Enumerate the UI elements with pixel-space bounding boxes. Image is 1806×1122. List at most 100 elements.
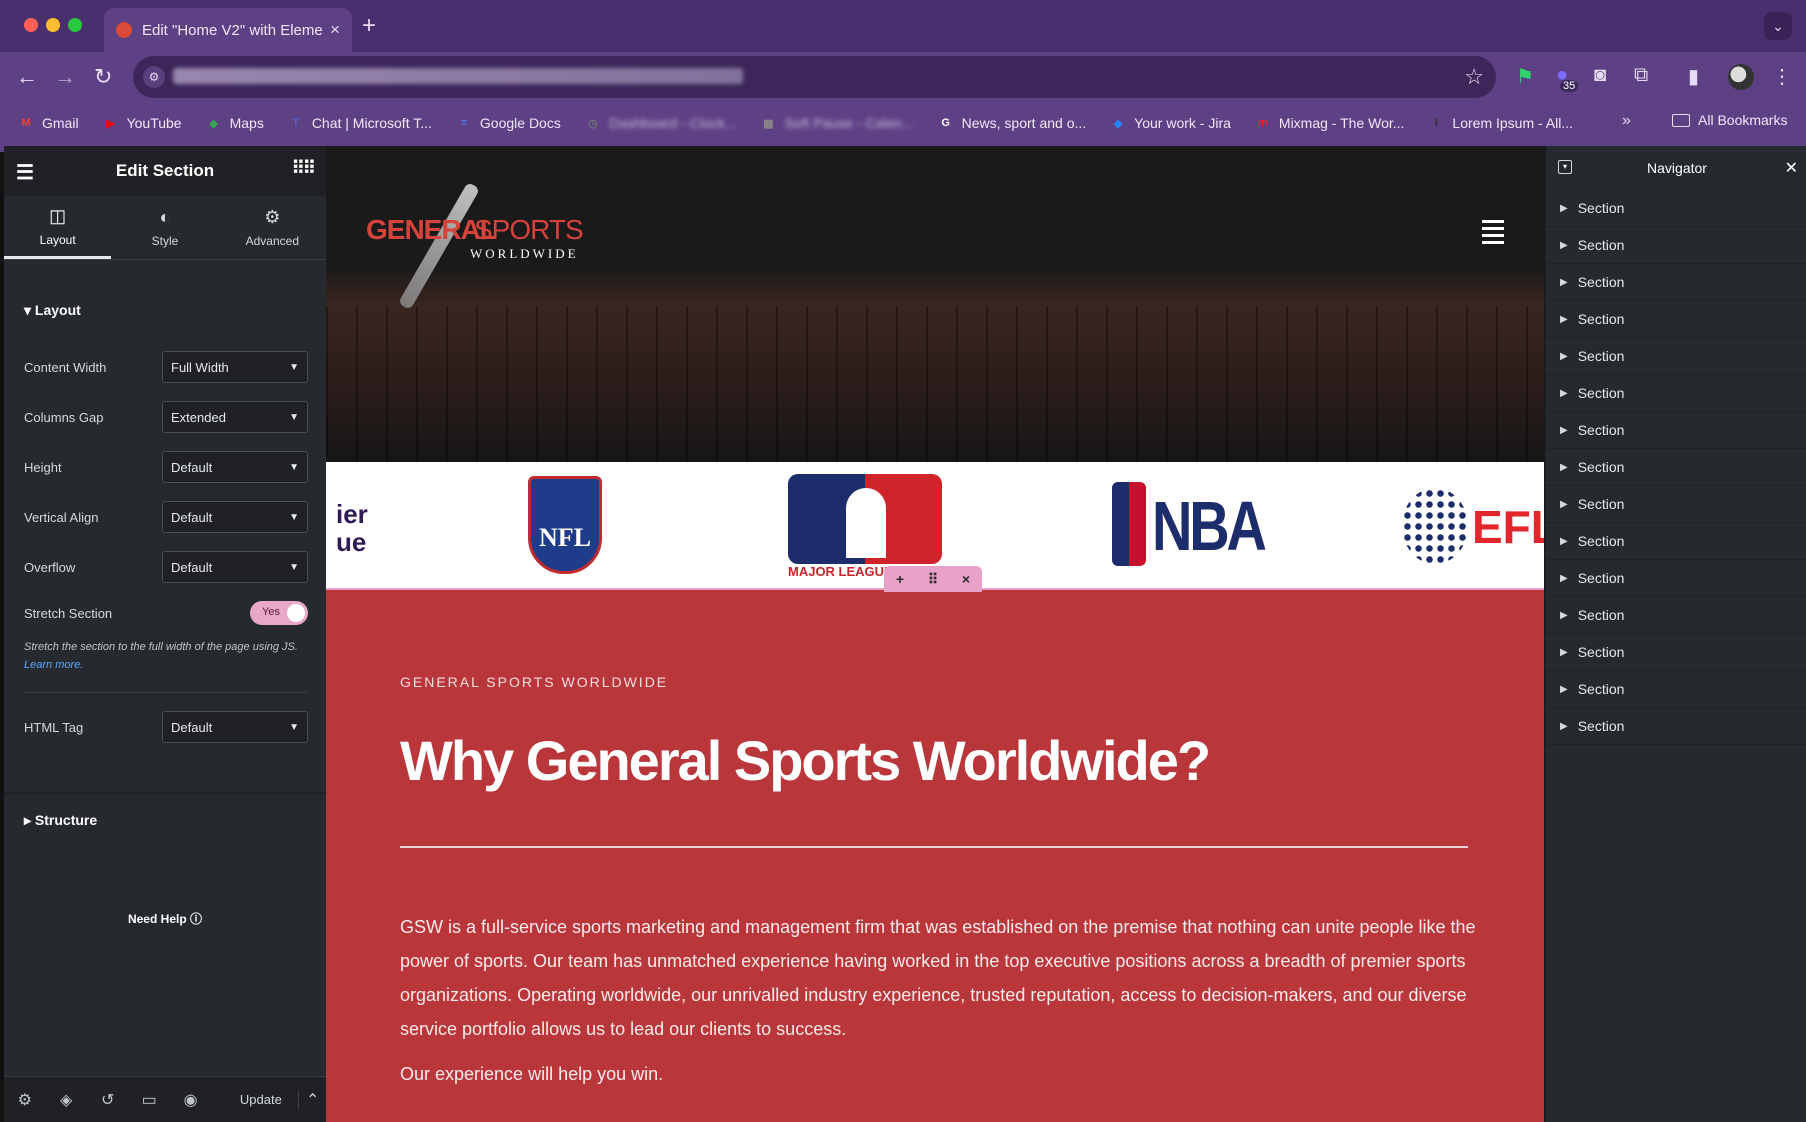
- content-width-value: Full Width: [171, 359, 229, 375]
- expand-caret-icon[interactable]: ▶: [1560, 499, 1568, 510]
- expand-caret-icon[interactable]: ▶: [1560, 684, 1568, 695]
- close-navigator-icon[interactable]: ✕: [1785, 158, 1798, 178]
- structure-section-toggle[interactable]: ▸ Structure: [24, 812, 97, 829]
- site-logo[interactable]: GENERAL SPORTS WORLDWIDE: [366, 181, 586, 311]
- close-window-button[interactable]: [24, 18, 38, 32]
- address-bar[interactable]: ⚙ ☆: [133, 56, 1496, 98]
- bookmark-star-icon[interactable]: ☆: [1464, 64, 1484, 90]
- navigator-section-item[interactable]: ▶ Section: [1546, 708, 1806, 745]
- expand-caret-icon[interactable]: ▶: [1560, 425, 1568, 436]
- bookmark-item[interactable]: I Lorem Ipsum - All...: [1428, 115, 1573, 131]
- reload-button[interactable]: ↻: [94, 64, 112, 90]
- expand-caret-icon[interactable]: ▶: [1560, 573, 1568, 584]
- bookmark-item[interactable]: ▦ Soft Pause - Calen...: [760, 115, 913, 131]
- navigator-section-item[interactable]: ▶ Section: [1546, 449, 1806, 486]
- new-tab-button[interactable]: +: [362, 12, 376, 40]
- screenshot-extension-icon[interactable]: ◙: [1594, 64, 1606, 87]
- expand-caret-icon[interactable]: ▶: [1560, 536, 1568, 547]
- navigator-section-item[interactable]: ▶ Section: [1546, 671, 1806, 708]
- zoom-window-button[interactable]: [68, 18, 82, 32]
- height-label: Height: [24, 459, 62, 475]
- height-select[interactable]: Default ▼: [162, 451, 308, 483]
- section-handle[interactable]: + ⠿ ×: [884, 566, 982, 592]
- tab-style[interactable]: ◐ Style: [111, 196, 218, 259]
- bookmark-item[interactable]: T Chat | Microsoft T...: [288, 115, 431, 131]
- navigator-section-item[interactable]: ▶ Section: [1546, 560, 1806, 597]
- profile-avatar[interactable]: [1728, 64, 1754, 90]
- expand-caret-icon[interactable]: ▶: [1560, 314, 1568, 325]
- html-tag-select[interactable]: Default ▼: [162, 711, 308, 743]
- tab-search-button[interactable]: ⌄: [1764, 12, 1792, 40]
- side-panel-icon[interactable]: ▮: [1688, 64, 1699, 89]
- bookmark-item[interactable]: ▶ YouTube: [103, 115, 181, 131]
- expand-caret-icon[interactable]: ▶: [1560, 462, 1568, 473]
- columns-gap-select[interactable]: Extended ▼: [162, 401, 308, 433]
- responsive-mode-icon[interactable]: ▭: [128, 1090, 169, 1110]
- expand-caret-icon[interactable]: ▶: [1560, 240, 1568, 251]
- navigator-layers-icon[interactable]: ◈: [45, 1090, 86, 1110]
- expand-caret-icon[interactable]: ▶: [1560, 351, 1568, 362]
- extensions-puzzle-icon[interactable]: ⧉: [1634, 64, 1648, 87]
- update-button[interactable]: Update: [223, 1092, 298, 1107]
- navigator-section-item[interactable]: ▶ Section: [1546, 634, 1806, 671]
- need-help-link[interactable]: Need Help ⓘ: [4, 910, 326, 927]
- site-menu-icon[interactable]: [1482, 220, 1504, 248]
- bookmarks-overflow-icon[interactable]: »: [1622, 112, 1631, 130]
- learn-more-link[interactable]: Learn more.: [24, 659, 83, 671]
- navigator-section-item[interactable]: ▶ Section: [1546, 301, 1806, 338]
- content-width-select[interactable]: Full Width ▼: [162, 351, 308, 383]
- expand-caret-icon[interactable]: ▶: [1560, 610, 1568, 621]
- site-settings-icon[interactable]: ⚙: [143, 66, 165, 88]
- expand-caret-icon[interactable]: ▶: [1560, 388, 1568, 399]
- back-button[interactable]: ←: [16, 64, 38, 90]
- navigator-section-item[interactable]: ▶ Section: [1546, 523, 1806, 560]
- nba-logo-bar: [1112, 482, 1146, 566]
- navigator-section-item[interactable]: ▶ Section: [1546, 486, 1806, 523]
- expand-caret-icon[interactable]: ▶: [1560, 647, 1568, 658]
- history-icon[interactable]: ↺: [87, 1090, 128, 1110]
- height-value: Default: [171, 459, 213, 475]
- chevron-up-icon[interactable]: ⌃: [298, 1089, 326, 1110]
- overflow-select[interactable]: Default ▼: [162, 551, 308, 583]
- collapse-all-icon[interactable]: ▾: [1558, 160, 1572, 174]
- navigator-section-item[interactable]: ▶ Section: [1546, 375, 1806, 412]
- drag-section-icon[interactable]: ⠿: [928, 571, 938, 588]
- expand-caret-icon[interactable]: ▶: [1560, 721, 1568, 732]
- add-section-icon[interactable]: +: [896, 571, 904, 587]
- widgets-grid-icon[interactable]: ⠿⠿: [292, 158, 316, 179]
- navigator-section-item[interactable]: ▶ Section: [1546, 264, 1806, 301]
- bookmark-item[interactable]: m Mixmag - The Wor...: [1255, 115, 1404, 131]
- expand-caret-icon[interactable]: ▶: [1560, 203, 1568, 214]
- vertical-align-control: Vertical Align Default ▼: [24, 500, 308, 534]
- bookmark-item[interactable]: G News, sport and o...: [938, 115, 1086, 131]
- navigator-section-item[interactable]: ▶ Section: [1546, 597, 1806, 634]
- bookmark-item[interactable]: ◆ Your work - Jira: [1110, 115, 1231, 131]
- browser-menu-icon[interactable]: ⋮: [1772, 64, 1792, 89]
- preview-eye-icon[interactable]: ◉: [170, 1090, 211, 1110]
- all-bookmarks-button[interactable]: All Bookmarks: [1672, 112, 1787, 128]
- active-tab[interactable]: Edit "Home V2" with Element ×: [104, 8, 352, 52]
- tab-close-icon[interactable]: ×: [330, 20, 340, 40]
- tab-advanced[interactable]: ⚙ Advanced: [219, 196, 326, 259]
- extension-icon-green[interactable]: ⚑: [1516, 64, 1534, 89]
- bookmark-item[interactable]: ◆ Maps: [206, 115, 263, 131]
- navigator-section-item[interactable]: ▶ Section: [1546, 190, 1806, 227]
- delete-section-icon[interactable]: ×: [962, 571, 970, 587]
- navigator-section-item[interactable]: ▶ Section: [1546, 412, 1806, 449]
- minimize-window-button[interactable]: [46, 18, 60, 32]
- bookmark-item[interactable]: ◷ Dashboard - Clock...: [585, 115, 736, 131]
- bookmark-label: Gmail: [42, 115, 79, 131]
- layout-section-label: Layout: [34, 302, 81, 318]
- expand-caret-icon[interactable]: ▶: [1560, 277, 1568, 288]
- layout-section-toggle[interactable]: ▾ Layout: [24, 302, 81, 319]
- bookmark-item[interactable]: ≡ Google Docs: [456, 115, 561, 131]
- stretch-section-toggle[interactable]: Yes: [250, 601, 308, 625]
- vertical-align-select[interactable]: Default ▼: [162, 501, 308, 533]
- navigator-section-item[interactable]: ▶ Section: [1546, 227, 1806, 264]
- forward-button[interactable]: →: [54, 64, 76, 90]
- navigator-section-item[interactable]: ▶ Section: [1546, 338, 1806, 375]
- tab-layout[interactable]: ◫ Layout: [4, 196, 112, 259]
- menu-hamburger-icon[interactable]: ☰: [16, 160, 34, 185]
- settings-icon[interactable]: ⚙: [4, 1090, 45, 1110]
- bookmark-item[interactable]: M Gmail: [18, 115, 79, 131]
